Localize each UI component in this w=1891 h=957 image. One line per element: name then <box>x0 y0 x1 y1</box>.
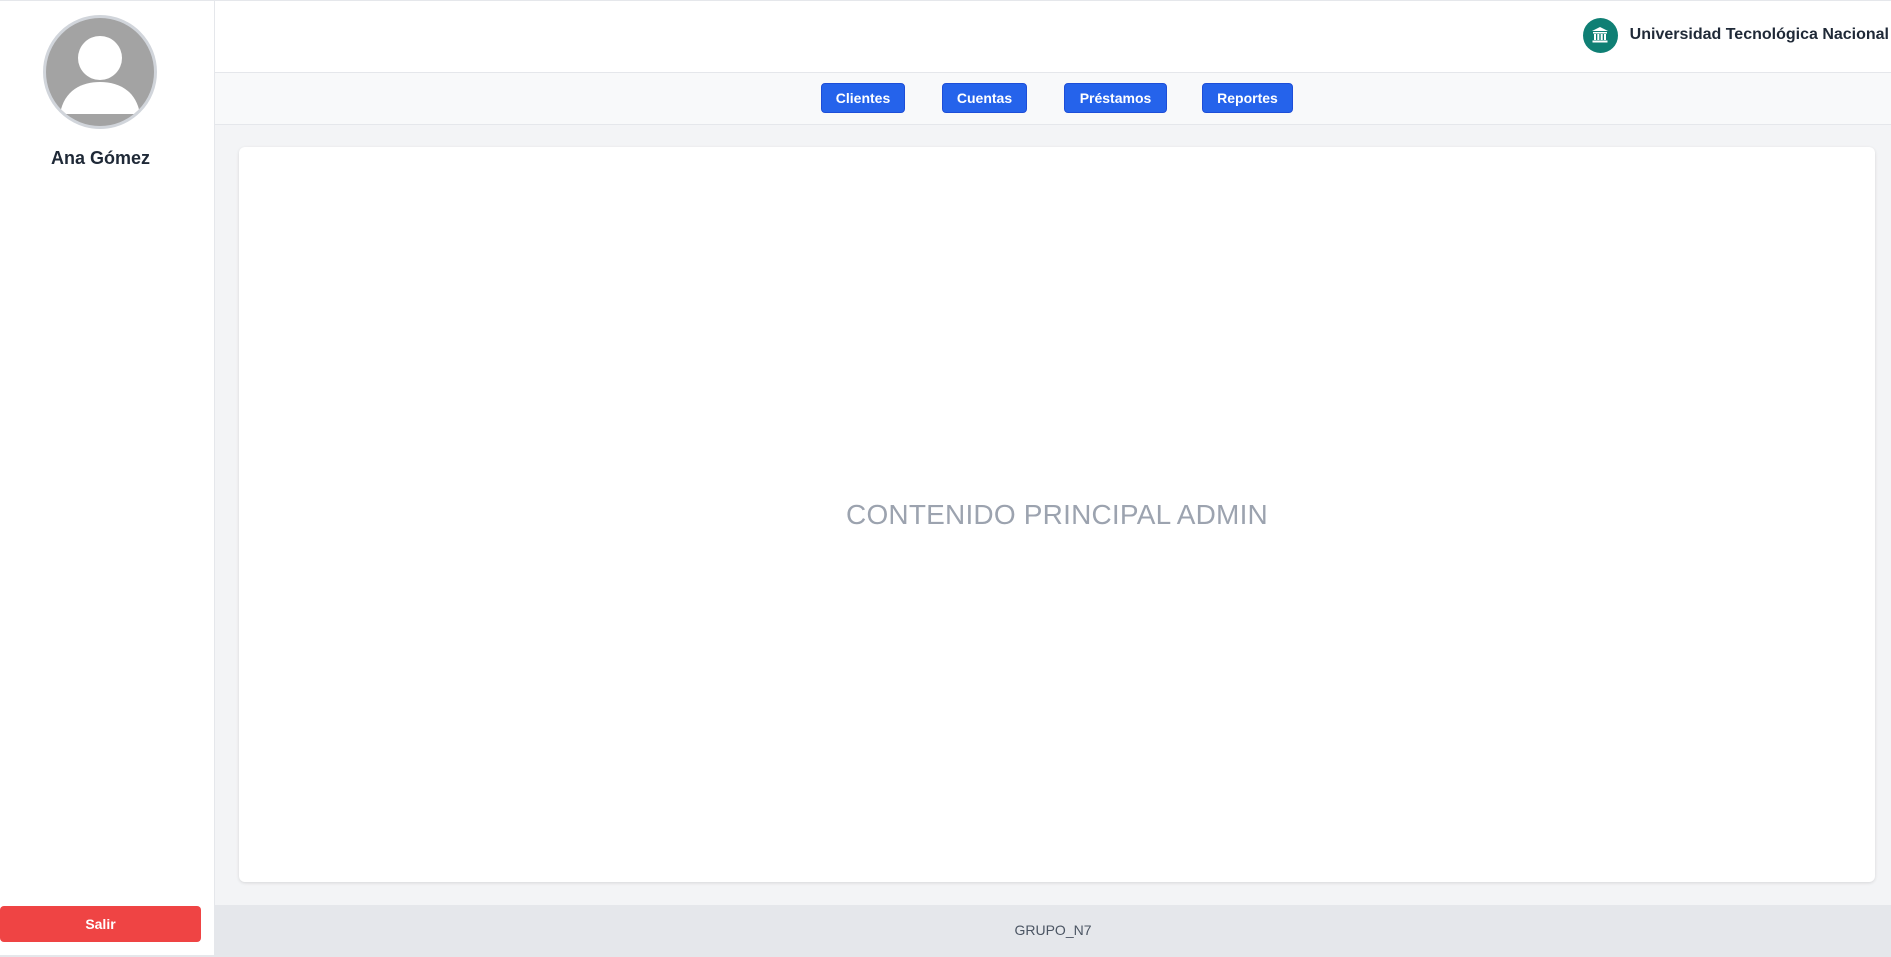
institution-icon <box>1582 17 1618 53</box>
main-area: CONTENIDO PRINCIPAL ADMIN <box>215 125 1891 905</box>
user-avatar-icon <box>43 15 157 129</box>
user-name: Ana Gómez <box>50 148 151 168</box>
content-card: CONTENIDO PRINCIPAL ADMIN <box>239 147 1875 882</box>
logout-button[interactable]: Salir <box>0 906 201 942</box>
nav-clientes-button[interactable]: Clientes <box>821 83 905 113</box>
content-placeholder-text: CONTENIDO PRINCIPAL ADMIN <box>846 498 1268 530</box>
sidebar: Ana Gómez Salir <box>0 1 215 956</box>
footer: GRUPO_N7 <box>215 905 1891 955</box>
brand: Universidad Tecnológica Nacional <box>1582 17 1889 53</box>
brand-name: Universidad Tecnológica Nacional <box>1629 26 1889 43</box>
nav-reportes-button[interactable]: Reportes <box>1202 83 1293 113</box>
nav-prestamos-button[interactable]: Préstamos <box>1064 83 1167 113</box>
header: Universidad Tecnológica Nacional <box>215 1 1891 73</box>
nav-cuentas-button[interactable]: Cuentas <box>942 83 1027 113</box>
footer-text: GRUPO_N7 <box>1014 922 1092 938</box>
app-root: Ana Gómez Salir Universidad Tecnológica … <box>0 0 1891 957</box>
main-nav: Clientes Cuentas Préstamos Reportes <box>215 73 1891 125</box>
